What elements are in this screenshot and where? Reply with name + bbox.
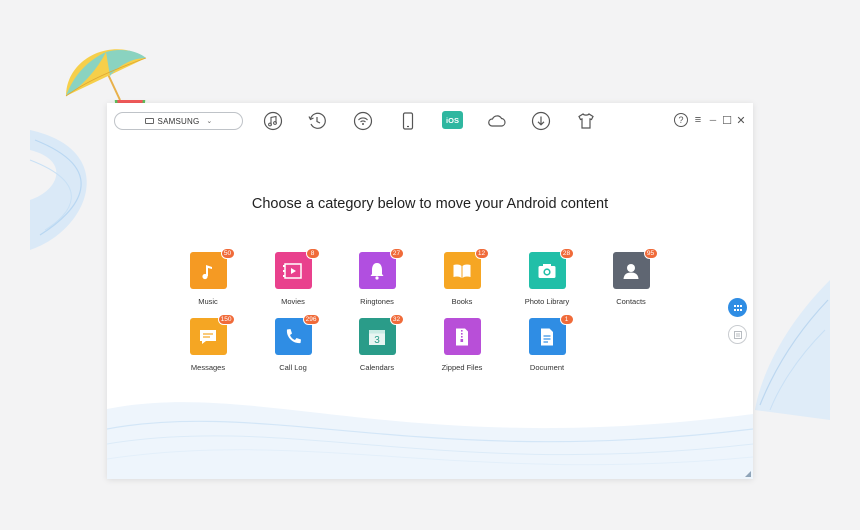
calendar-icon: 3 32 [358,314,404,355]
music-icon: 50 [189,248,235,289]
backup-history-button[interactable] [306,110,328,132]
history-clock-icon [308,112,326,129]
category-contacts[interactable]: 95 Contacts [591,248,671,306]
category-label: Books [451,297,473,306]
category-label: Calendars [359,363,395,372]
download-icon [531,111,551,131]
device-manager-button[interactable] [397,110,419,132]
category-label: Zipped Files [441,363,483,372]
list-view-icon [733,330,742,339]
category-label: Messages [190,363,226,372]
music-manager-button[interactable] [262,110,284,132]
count-badge: 50 [220,248,235,259]
chevron-down-icon: ⌄ [206,118,213,125]
category-calendars[interactable]: 3 32 Calendars [337,314,417,372]
category-label: Movies [281,297,305,306]
count-badge: 28 [559,248,574,259]
category-label: Photo Library [524,297,570,306]
contact-icon: 95 [612,248,658,289]
count-badge: 12 [474,248,489,259]
count-badge: 32 [389,314,404,325]
category-label: Document [529,363,565,372]
phone-icon [402,112,414,130]
wifi-transfer-button[interactable] [352,110,374,132]
camera-icon: 28 [528,248,574,289]
count-badge: 27 [389,248,404,259]
bell-icon: 27 [358,248,404,289]
category-music[interactable]: 50 Music [168,248,248,306]
category-label: Call Log [279,363,307,372]
list-view-button[interactable] [728,325,747,344]
wifi-icon [353,111,373,131]
zip-file-icon [443,318,481,355]
movie-icon: 8 [274,248,320,289]
maximize-icon[interactable]: ☐ [721,113,733,127]
cloud-manager-button[interactable] [486,110,508,132]
ios-to-android-button[interactable]: iOS [442,111,463,129]
resize-grip-icon[interactable] [745,471,751,477]
category-zipped-files[interactable]: Zipped Files [422,318,502,372]
device-selector[interactable]: SAMSUNG ⌄ [114,112,243,130]
count-badge: 296 [302,314,320,325]
cloud-icon [488,115,506,127]
count-badge: 8 [305,248,320,259]
category-movies[interactable]: 8 Movies [253,248,333,306]
device-name: SAMSUNG [157,116,200,126]
book-icon: 12 [443,248,489,289]
category-photo-library[interactable]: 28 Photo Library [507,248,587,306]
downloader-button[interactable] [530,110,552,132]
decorative-waves [107,402,753,479]
app-window: SAMSUNG ⌄ iOS ? ≡ ─ ☐ ✕ Choose a categor… [107,103,753,479]
count-badge: 95 [643,248,658,259]
menu-icon[interactable]: ≡ [692,113,704,127]
category-messages[interactable]: 150 Messages [168,314,248,372]
close-icon[interactable]: ✕ [735,113,747,127]
ios-icon: iOS [446,115,459,125]
grid-view-button[interactable] [728,298,747,317]
category-label: Music [198,297,218,306]
grid-view-icon [733,304,742,311]
document-icon: 1 [528,314,574,355]
calendar-day-glyph: 3 [374,335,380,346]
page-title: Choose a category below to move your And… [251,196,609,212]
music-note-icon [263,111,283,131]
category-label: Ringtones [360,297,394,306]
category-ringtones[interactable]: 27 Ringtones [337,248,417,306]
count-badge: 1 [559,314,574,325]
shirt-icon [578,113,594,129]
category-books[interactable]: 12 Books [422,248,502,306]
phone-device-icon [144,118,154,124]
toolkit-button[interactable] [575,110,597,132]
category-call-log[interactable]: 296 Call Log [253,314,333,372]
category-label: Contacts [616,297,646,306]
phone-call-icon: 296 [274,314,320,355]
message-icon: 150 [189,314,235,355]
help-icon[interactable]: ? [674,113,688,127]
minimize-icon[interactable]: ─ [707,113,719,127]
count-badge: 150 [217,314,235,325]
category-document[interactable]: 1 Document [507,314,587,372]
